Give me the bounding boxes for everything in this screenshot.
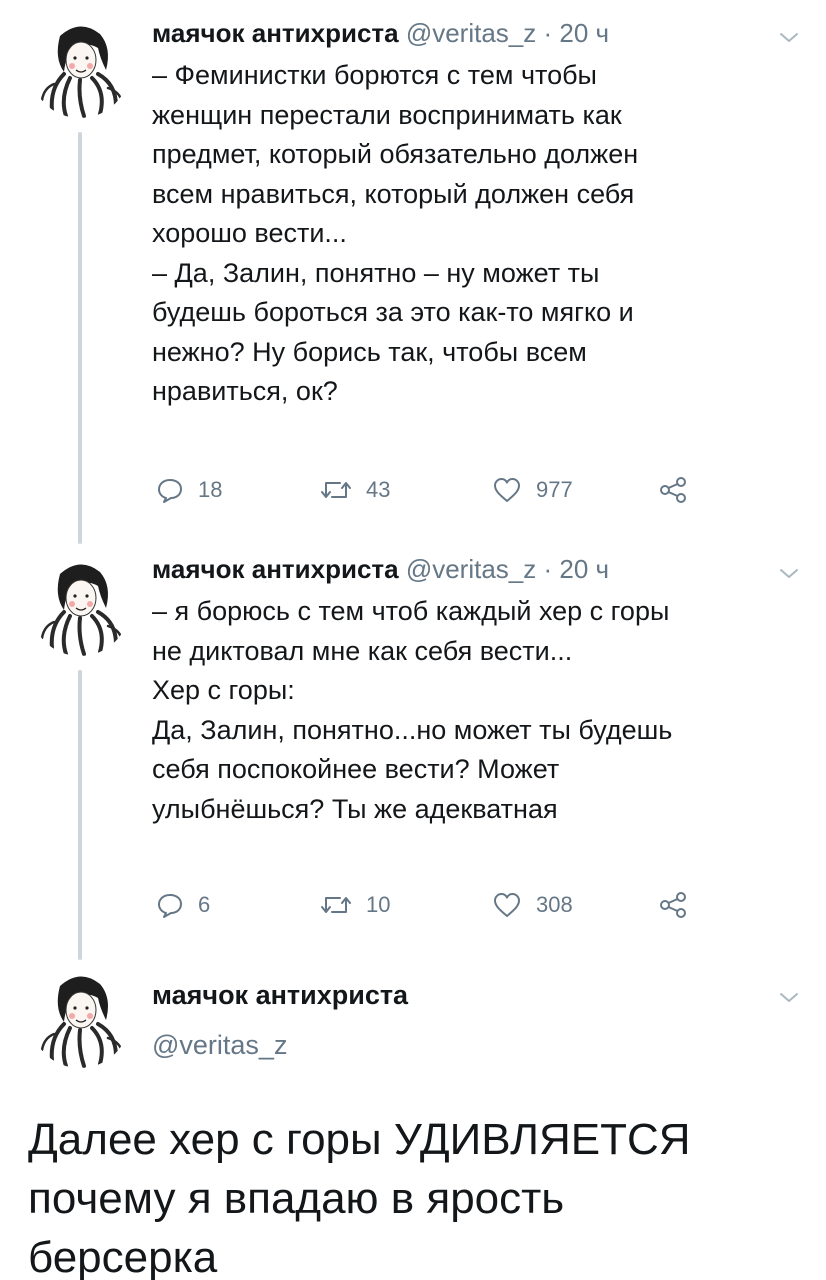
reply-icon <box>158 894 182 918</box>
reply-button[interactable]: 18 <box>156 470 222 510</box>
text-line: почему я впадаю в ярость <box>28 1174 565 1223</box>
chevron-down-icon[interactable] <box>776 984 802 1010</box>
heart-icon <box>494 478 520 502</box>
text-line: будешь бороться за это как-то мягко и <box>152 297 634 327</box>
like-button[interactable]: 977 <box>492 470 573 510</box>
handle[interactable]: @veritas_z <box>406 554 536 584</box>
display-name[interactable]: маячок антихриста <box>152 18 399 48</box>
text-line: нравиться, ок? <box>152 376 338 406</box>
text-line: не диктовал мне как себя вести... <box>152 635 573 666</box>
share-icon <box>660 892 686 918</box>
tweet-header: маячок антихриста @veritas_z · 20 ч <box>152 554 609 585</box>
retweet-icon <box>321 897 351 913</box>
avatar-drawing <box>40 564 124 656</box>
retweet-button[interactable]: 43 <box>320 470 390 510</box>
thread-line <box>78 132 82 544</box>
avatar-drawing <box>40 26 124 118</box>
timestamp[interactable]: 20 ч <box>559 554 609 584</box>
display-name[interactable]: маячок антихриста <box>152 554 399 584</box>
display-name[interactable]: маячок антихриста <box>152 980 408 1011</box>
text-line: предмет, который обязательно должен <box>152 139 639 169</box>
handle[interactable]: @veritas_z <box>406 18 536 48</box>
like-count: 977 <box>536 477 573 502</box>
reply-button[interactable]: 6 <box>156 885 210 925</box>
avatar[interactable] <box>30 18 130 118</box>
thread-line <box>78 670 82 960</box>
retweet-icon <box>321 482 351 498</box>
avatar-drawing <box>40 976 124 1068</box>
tweet-header: маячок антихриста @veritas_z · 20 ч <box>152 18 609 49</box>
text-line: – я борюсь с тем чтоб каждый хер с горы <box>152 596 670 626</box>
text-line: нежно? Ну борись так, чтобы всем <box>152 336 587 367</box>
reply-count: 18 <box>198 477 223 502</box>
text-line: улыбнёшься? Ты же адекватная <box>152 793 558 824</box>
text-line: берсерка <box>28 1233 218 1280</box>
chevron-down-icon[interactable] <box>776 560 802 586</box>
tweet-1[interactable]: маячок антихриста @veritas_z · 20 ч – Фе… <box>0 0 826 544</box>
share-button[interactable] <box>658 885 702 925</box>
tweet-text: – я борюсь с тем чтоб каждый хер с горы … <box>152 592 802 829</box>
timestamp[interactable]: 20 ч <box>559 18 609 48</box>
avatar[interactable] <box>30 556 130 656</box>
text-line: хорошо вести... <box>152 218 347 248</box>
share-icon <box>660 477 686 503</box>
retweet-button[interactable]: 10 <box>320 885 390 925</box>
tweet-text: – Феминистки борются с тем чтобы женщин … <box>152 56 802 412</box>
reply-icon <box>158 479 182 503</box>
text-line: – Феминистки борются с тем чтобы <box>152 60 597 90</box>
text-line: женщин перестали воспринимать как <box>152 99 622 130</box>
like-count: 308 <box>536 892 573 917</box>
separator-dot: · <box>543 554 553 584</box>
focus-tweet-text: Далее хер с горы УДИВЛЯЕТСЯ почему я впа… <box>28 1110 808 1280</box>
retweet-count: 10 <box>366 892 391 917</box>
share-button[interactable] <box>658 470 702 510</box>
handle[interactable]: @veritas_z <box>152 1030 287 1061</box>
avatar[interactable] <box>30 968 130 1068</box>
reply-count: 6 <box>198 892 211 917</box>
text-line: Да, Залин, понятно...но может ты будешь <box>152 714 673 745</box>
chevron-down-icon[interactable] <box>776 24 802 50</box>
retweet-count: 43 <box>366 477 391 502</box>
separator-dot: · <box>543 18 553 48</box>
like-button[interactable]: 308 <box>492 885 573 925</box>
text-line: всем нравиться, который должен себя <box>152 178 635 209</box>
text-line: себя поспокойнее вести? Может <box>152 754 560 784</box>
heart-icon <box>494 893 520 917</box>
text-line: Далее хер с горы УДИВЛЯЕТСЯ <box>28 1115 691 1164</box>
tweet-2[interactable]: маячок антихриста @veritas_z · 20 ч – я … <box>0 540 826 960</box>
text-line: Хер с горы: <box>152 675 295 705</box>
text-line: – Да, Залин, понятно – ну может ты <box>152 257 600 288</box>
